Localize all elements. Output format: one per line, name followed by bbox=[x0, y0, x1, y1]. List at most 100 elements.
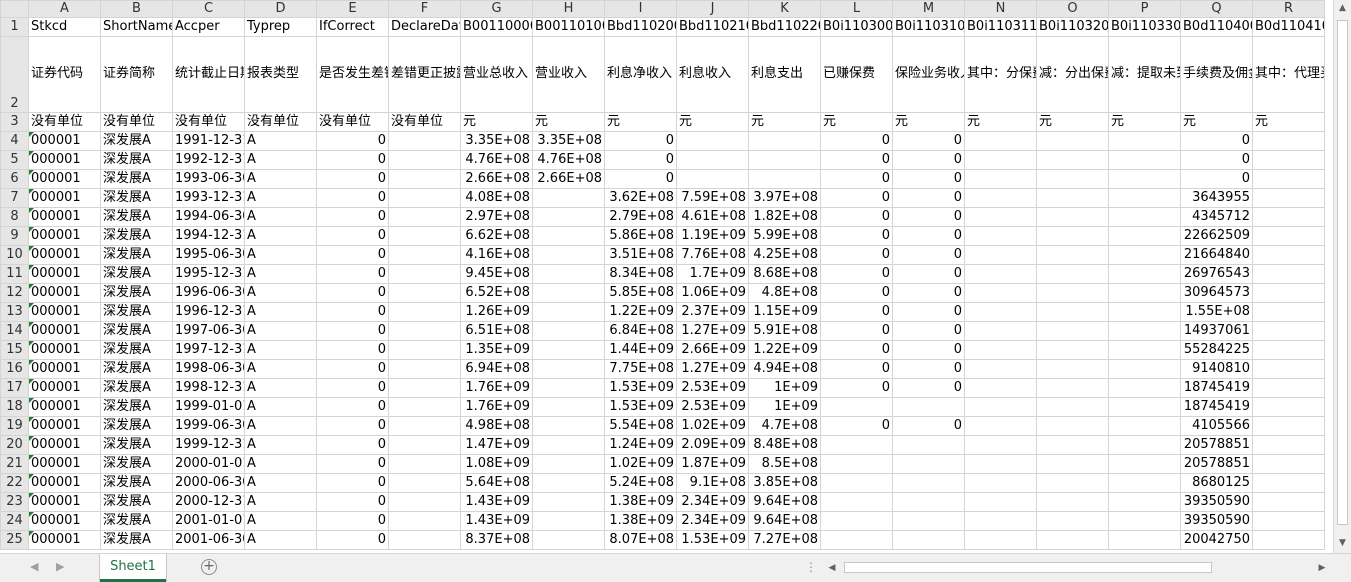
cell[interactable]: A bbox=[244, 169, 317, 189]
cell[interactable] bbox=[1108, 473, 1181, 493]
cell[interactable]: 000001 bbox=[28, 416, 101, 436]
cell[interactable]: Bbd1102000 bbox=[604, 17, 677, 37]
cell[interactable]: 0 bbox=[316, 530, 389, 550]
cell[interactable]: 0 bbox=[316, 454, 389, 474]
cell[interactable] bbox=[1036, 131, 1109, 151]
cell[interactable]: 0 bbox=[820, 188, 893, 208]
cell[interactable]: 18745419 bbox=[1180, 397, 1253, 417]
cell[interactable]: 21664840 bbox=[1180, 245, 1253, 265]
cell[interactable]: 1994-12-31 bbox=[172, 226, 245, 246]
cell[interactable]: 000001 bbox=[28, 302, 101, 322]
cell[interactable]: 证券简称 bbox=[100, 36, 173, 113]
cell[interactable]: 1.43E+09 bbox=[460, 511, 533, 531]
cell[interactable]: 0 bbox=[316, 264, 389, 284]
cell[interactable]: 保险业务收入 bbox=[892, 36, 965, 113]
cell[interactable]: 元 bbox=[604, 112, 677, 132]
cell[interactable] bbox=[964, 188, 1037, 208]
cell[interactable]: 2.37E+09 bbox=[676, 302, 749, 322]
cell[interactable]: 4.25E+08 bbox=[748, 245, 821, 265]
cell[interactable]: Stkcd bbox=[28, 17, 101, 37]
cell[interactable] bbox=[820, 530, 893, 550]
horizontal-scroll-thumb[interactable] bbox=[844, 562, 1212, 573]
cell[interactable] bbox=[532, 245, 605, 265]
cell[interactable]: 深发展A bbox=[100, 492, 173, 512]
cell[interactable] bbox=[1252, 359, 1325, 379]
cell[interactable]: B0d1104101 bbox=[1252, 17, 1325, 37]
cell[interactable] bbox=[532, 264, 605, 284]
cell[interactable] bbox=[532, 397, 605, 417]
row-header[interactable]: 2 bbox=[0, 36, 29, 113]
cell[interactable] bbox=[532, 359, 605, 379]
cell[interactable]: 0 bbox=[892, 416, 965, 436]
cell[interactable] bbox=[1108, 321, 1181, 341]
cell[interactable]: 1992-12-31 bbox=[172, 150, 245, 170]
cell[interactable] bbox=[1108, 492, 1181, 512]
cell[interactable]: 000001 bbox=[28, 454, 101, 474]
cell[interactable]: 39350590 bbox=[1180, 511, 1253, 531]
cell[interactable]: 5.99E+08 bbox=[748, 226, 821, 246]
cell[interactable]: 元 bbox=[460, 112, 533, 132]
cell[interactable]: 2.97E+08 bbox=[460, 207, 533, 227]
cell[interactable]: 1.38E+09 bbox=[604, 492, 677, 512]
cell[interactable]: 1.24E+09 bbox=[604, 435, 677, 455]
cell[interactable] bbox=[1252, 530, 1325, 550]
cell[interactable]: 0 bbox=[820, 264, 893, 284]
cell[interactable]: 000001 bbox=[28, 131, 101, 151]
column-header[interactable]: G bbox=[460, 0, 533, 18]
column-header[interactable]: A bbox=[28, 0, 101, 18]
cell[interactable] bbox=[1108, 359, 1181, 379]
cell[interactable] bbox=[388, 188, 461, 208]
cell[interactable] bbox=[532, 473, 605, 493]
cell[interactable]: 2.66E+09 bbox=[676, 340, 749, 360]
cell[interactable]: 深发展A bbox=[100, 473, 173, 493]
cell[interactable] bbox=[532, 302, 605, 322]
cell[interactable] bbox=[1108, 454, 1181, 474]
cell[interactable]: 深发展A bbox=[100, 359, 173, 379]
cell[interactable]: 1998-06-30 bbox=[172, 359, 245, 379]
cell[interactable] bbox=[964, 150, 1037, 170]
cell[interactable] bbox=[388, 359, 461, 379]
cell[interactable]: 1999-01-01 bbox=[172, 397, 245, 417]
cell[interactable]: 9.1E+08 bbox=[676, 473, 749, 493]
cell[interactable] bbox=[532, 340, 605, 360]
cell[interactable]: 3.51E+08 bbox=[604, 245, 677, 265]
cell[interactable] bbox=[1036, 188, 1109, 208]
cell[interactable]: 1.38E+09 bbox=[604, 511, 677, 531]
cell[interactable]: 0 bbox=[820, 359, 893, 379]
cell[interactable] bbox=[388, 340, 461, 360]
cell[interactable]: A bbox=[244, 226, 317, 246]
cell[interactable] bbox=[964, 321, 1037, 341]
cell[interactable]: 0 bbox=[892, 131, 965, 151]
horizontal-scrollbar[interactable]: ◀ ▶ bbox=[824, 559, 1331, 577]
scroll-down-icon[interactable]: ▼ bbox=[1334, 535, 1351, 552]
cell[interactable] bbox=[964, 359, 1037, 379]
cell[interactable]: 没有单位 bbox=[28, 112, 101, 132]
cell[interactable]: 1.76E+09 bbox=[460, 378, 533, 398]
cell[interactable]: 2.79E+08 bbox=[604, 207, 677, 227]
cell[interactable]: 元 bbox=[1180, 112, 1253, 132]
cell[interactable]: Bbd1102203 bbox=[748, 17, 821, 37]
cell[interactable] bbox=[1252, 473, 1325, 493]
cell[interactable] bbox=[964, 245, 1037, 265]
cell[interactable] bbox=[1108, 150, 1181, 170]
cell[interactable]: 0 bbox=[316, 492, 389, 512]
cell[interactable]: 1991-12-31 bbox=[172, 131, 245, 151]
cell[interactable]: A bbox=[244, 435, 317, 455]
cell[interactable] bbox=[1036, 226, 1109, 246]
cell[interactable]: 5.24E+08 bbox=[604, 473, 677, 493]
column-header[interactable]: K bbox=[748, 0, 821, 18]
cell[interactable] bbox=[1108, 245, 1181, 265]
cell[interactable]: 18745419 bbox=[1180, 378, 1253, 398]
cell[interactable] bbox=[388, 416, 461, 436]
cell[interactable]: 其中：分保费收入 bbox=[964, 36, 1037, 113]
row-header[interactable]: 16 bbox=[0, 359, 29, 379]
cell[interactable] bbox=[532, 492, 605, 512]
cell[interactable] bbox=[1036, 511, 1109, 531]
cell[interactable]: 1.06E+09 bbox=[676, 283, 749, 303]
cell[interactable]: 0 bbox=[1180, 150, 1253, 170]
cell[interactable]: 深发展A bbox=[100, 131, 173, 151]
cell[interactable]: 4.76E+08 bbox=[460, 150, 533, 170]
cell[interactable]: 4.94E+08 bbox=[748, 359, 821, 379]
cell[interactable]: 0 bbox=[316, 245, 389, 265]
cell[interactable]: 1993-06-30 bbox=[172, 169, 245, 189]
